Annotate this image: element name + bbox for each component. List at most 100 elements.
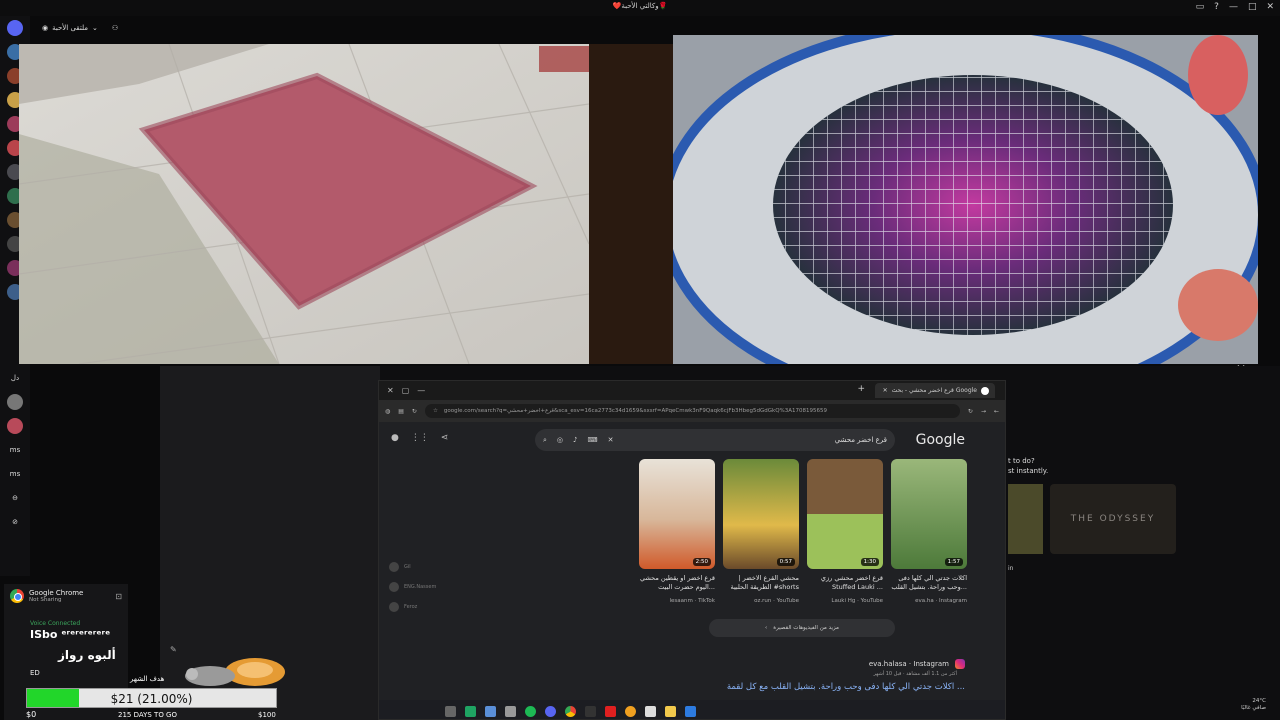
avatar (389, 582, 399, 592)
folder-icon[interactable] (665, 705, 676, 717)
maximize-icon[interactable]: ▢ (402, 386, 410, 395)
video-tile-rug[interactable] (19, 44, 589, 364)
discord-icon[interactable] (545, 705, 556, 717)
avatar (389, 602, 399, 612)
video-title[interactable]: قرع اخضر او يقطين محشي اليوم حضرت البيت.… (635, 574, 715, 592)
voice-status: Voice Connected (30, 620, 81, 627)
watermark-line: ألبوه رواز (58, 648, 116, 662)
bookmark-star-icon[interactable]: ☆ (433, 408, 438, 414)
video-duration: 0:57 (776, 558, 795, 566)
profile-icon[interactable]: ◍ (385, 408, 390, 415)
google-logo[interactable]: Google (916, 432, 965, 448)
extension-icon[interactable]: ▤ (398, 408, 404, 415)
app-icon[interactable] (585, 705, 596, 717)
result-link[interactable]: اكلات جدتي الي كلها دفى وحب وراحة. بتشيل… (727, 682, 965, 692)
more-videos-label: مزيد من الفيديوهات القصيرة (773, 625, 839, 631)
keyboard-icon[interactable]: ⌨ (588, 436, 598, 444)
record-icon[interactable]: ⊖ (0, 486, 30, 510)
forward-icon[interactable]: → (981, 408, 986, 415)
contact-row: Feroz (389, 602, 436, 612)
app-icon[interactable] (645, 705, 656, 717)
explore-line: st instantly. (1008, 467, 1049, 475)
search-icon[interactable]: ⌕ (543, 436, 547, 445)
app-icon[interactable] (625, 705, 636, 717)
search-box[interactable]: ⌕ ◎ ♪ ⌨ ✕ قرع اخضر محشي (535, 429, 895, 451)
avatar[interactable] (0, 390, 30, 414)
mascot-illustration (185, 658, 285, 686)
lens-icon[interactable]: ◎ (557, 436, 563, 444)
system-tray: 24°C صافي غالبًا (1241, 698, 1266, 712)
account-avatar-icon[interactable]: ● (391, 433, 399, 443)
members-icon[interactable]: ⚇ (112, 24, 118, 32)
video-title[interactable]: اكلات جدتي الي كلها دفى وحب وراحة. بتشيل… (887, 574, 967, 592)
close-icon[interactable]: ✕ (387, 386, 394, 395)
video-duration: 1:57 (944, 558, 963, 566)
app-icon[interactable] (505, 705, 516, 717)
tab-close-icon[interactable]: ✕ (883, 387, 888, 394)
explore-tail: in (1008, 565, 1014, 572)
result-source[interactable]: eva.halasa · Instagram (869, 659, 965, 669)
app-icon[interactable] (685, 705, 696, 717)
video-thumbnail[interactable]: 1:57 (891, 459, 967, 569)
back-icon[interactable]: ← (994, 408, 999, 415)
url-text: google.com/search?q=قرع+اخضر+محشي&sca_es… (443, 408, 828, 414)
goal-progress-bar: $21 (21.00%) (26, 688, 277, 708)
video-thumbnail[interactable]: 2:50 (639, 459, 715, 569)
chrome-icon (10, 589, 24, 603)
address-bar[interactable]: ☆ google.com/search?q=قرع+اخضر+محشي&sca_… (424, 404, 960, 418)
browser-tab[interactable]: ✕ قرع اخضر محشي - بحث Google (875, 383, 995, 398)
call-header[interactable]: ◉ ملتقى الأحبة ⌄ ⚇ (30, 16, 130, 40)
search-input[interactable]: قرع اخضر محشي (835, 436, 887, 444)
chevron-left-icon: ‹ (765, 625, 768, 631)
goal-target: $100 (258, 711, 276, 719)
toolbar: ◍ ▤ ↻ ☆ google.com/search?q=قرع+اخضر+محش… (379, 400, 1005, 422)
more-videos-button[interactable]: ‹ مزيد من الفيديوهات القصيرة (709, 619, 895, 637)
mic-icon[interactable]: ♪ (573, 436, 577, 444)
help-icon[interactable]: ? (1214, 2, 1219, 12)
label: ms (9, 446, 21, 454)
minimize-icon[interactable]: — (417, 386, 425, 395)
contact-name: ENG.Nassem (404, 584, 437, 590)
apps-grid-icon[interactable]: ⋮⋮ (411, 433, 429, 443)
app-icon[interactable] (465, 705, 476, 717)
video-title[interactable]: محشي القرع الاخضر | الطريقة الحلبية #sho… (719, 574, 799, 592)
video-duration: 1:30 (860, 558, 879, 566)
video-thumbnail[interactable]: 1:30 (807, 459, 883, 569)
stream-app[interactable]: Google Chrome Not Sharing ⊡ (4, 584, 128, 608)
user-name[interactable]: ED (30, 669, 40, 677)
result-site: eva.halasa · Instagram (868, 660, 949, 668)
video-gap (589, 44, 673, 364)
video-title[interactable]: قرع اخضر محشي رزي Stuffed Lauki ... (803, 574, 883, 592)
server-icon[interactable] (7, 20, 23, 36)
stop-stream-icon[interactable]: ⊡ (115, 592, 122, 601)
minimize-button[interactable]: — (1229, 2, 1238, 12)
goal-start: $0 (26, 710, 37, 719)
share-icon[interactable]: ⋖ (441, 433, 449, 443)
new-tab-button[interactable]: + (857, 384, 865, 394)
clear-icon[interactable]: ✕ (608, 436, 614, 444)
chrome-icon[interactable] (565, 705, 576, 717)
stream-status: Not Sharing (29, 597, 62, 603)
reload-icon[interactable]: ↻ (412, 408, 417, 415)
spotify-icon[interactable] (525, 705, 536, 717)
app-icon[interactable] (485, 705, 496, 717)
video-source: lesaanm · TikTok (669, 598, 716, 604)
video-source: oz.run · YouTube (754, 598, 799, 604)
reload-icon[interactable]: ↻ (968, 408, 973, 415)
channel-name: ملتقى الأحبة (52, 24, 89, 32)
video-thumbnail[interactable]: 0:57 (723, 459, 799, 569)
avatar[interactable] (0, 414, 30, 438)
contact-name: Feroz (404, 604, 418, 610)
inbox-icon[interactable]: ▭ (1196, 2, 1205, 12)
settings-icon[interactable]: ⊘ (0, 510, 30, 534)
watermark-line: ISbo ᵉʳᵉʳᵉʳᵉʳᵉʳᵉ (30, 628, 111, 641)
video-tile-grid[interactable] (673, 35, 1258, 364)
youtube-icon[interactable] (605, 705, 616, 717)
start-icon[interactable] (445, 705, 456, 717)
explore-thumbnail[interactable] (1008, 484, 1043, 554)
maximize-button[interactable]: □ (1248, 2, 1257, 12)
contact-row: Gil (389, 562, 436, 572)
goal-days: 215 DAYS TO GO (118, 711, 177, 719)
close-button[interactable]: ✕ (1266, 2, 1274, 12)
explore-card-title: THE ODYSSEY (1070, 514, 1156, 524)
